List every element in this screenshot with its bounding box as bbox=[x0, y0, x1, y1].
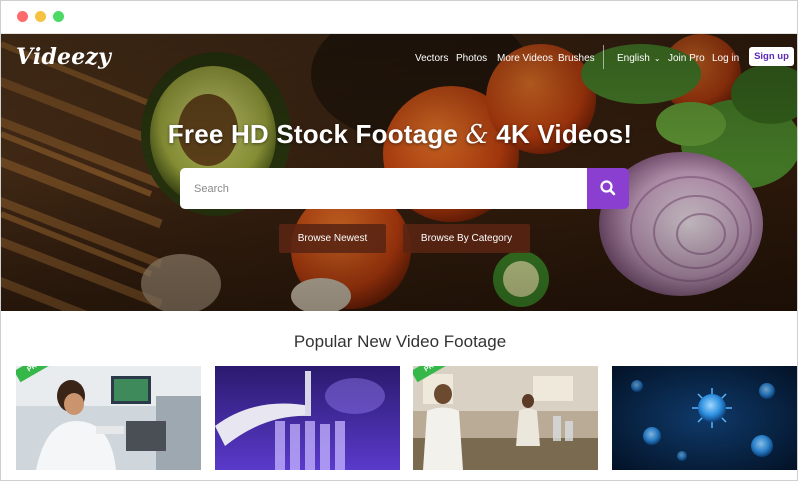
close-window-button[interactable] bbox=[17, 11, 28, 22]
thumbnail-image-virus bbox=[612, 366, 797, 470]
join-pro-link[interactable]: Join Pro bbox=[668, 53, 705, 64]
pro-badge: PRO bbox=[413, 366, 463, 396]
browse-by-category-button[interactable]: Browse By Category bbox=[403, 224, 530, 253]
hero-headline: Free HD Stock Footage & 4K Videos! bbox=[1, 119, 797, 150]
nav-item-more-videos[interactable]: More Videos bbox=[497, 53, 553, 64]
pro-badge-label: PRO bbox=[16, 366, 56, 383]
chevron-down-icon: ⌄ bbox=[653, 54, 661, 63]
language-label: English bbox=[617, 53, 650, 64]
pro-badge-label: PRO bbox=[413, 366, 453, 383]
nav-item-vectors[interactable]: Vectors bbox=[415, 53, 448, 64]
nav-item-brushes[interactable]: Brushes bbox=[558, 53, 595, 64]
video-thumbnail[interactable] bbox=[612, 366, 797, 470]
top-navigation: Videezy Vectors Photos More Videos Brush… bbox=[1, 34, 797, 82]
pro-badge: PRO bbox=[16, 366, 66, 396]
thumbnail-image-lab-tubes bbox=[215, 366, 400, 470]
headline-part-2: 4K Videos! bbox=[496, 119, 633, 149]
search-bar bbox=[180, 168, 629, 209]
nav-item-photos[interactable]: Photos bbox=[456, 53, 487, 64]
headline-part-1: Free HD Stock Footage bbox=[167, 119, 459, 149]
search-icon bbox=[600, 180, 616, 196]
language-selector[interactable]: English ⌄ bbox=[617, 53, 661, 64]
nav-divider bbox=[603, 45, 604, 69]
popular-section-title: Popular New Video Footage bbox=[293, 332, 507, 351]
video-thumbnail[interactable]: PRO bbox=[16, 366, 201, 470]
site-logo[interactable]: Videezy bbox=[16, 44, 111, 70]
search-input[interactable] bbox=[180, 168, 587, 209]
headline-ampersand: & bbox=[465, 120, 489, 150]
search-button[interactable] bbox=[587, 168, 629, 209]
maximize-window-button[interactable] bbox=[53, 11, 64, 22]
window-titlebar bbox=[1, 1, 797, 34]
browser-window: Videezy Vectors Photos More Videos Brush… bbox=[0, 0, 798, 481]
minimize-window-button[interactable] bbox=[35, 11, 46, 22]
browse-newest-button[interactable]: Browse Newest bbox=[279, 224, 386, 253]
log-in-link[interactable]: Log in bbox=[712, 53, 739, 64]
video-thumbnail[interactable] bbox=[215, 366, 400, 470]
video-thumbnail[interactable]: PRO bbox=[413, 366, 598, 470]
sign-up-button[interactable]: Sign up bbox=[749, 47, 794, 66]
hero-banner: Videezy Vectors Photos More Videos Brush… bbox=[1, 34, 797, 311]
